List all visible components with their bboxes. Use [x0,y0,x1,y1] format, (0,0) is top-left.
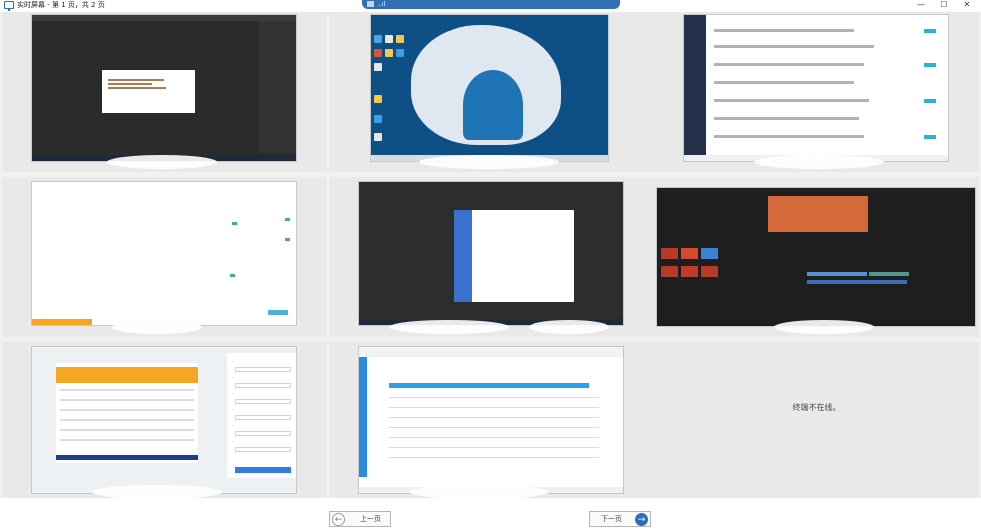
screen-tile[interactable] [329,177,654,337]
screen-tile[interactable] [329,342,654,502]
terminal-caption [654,158,979,172]
screen-thumbnail[interactable] [683,14,949,162]
terminal-caption [2,158,327,172]
screen-tile[interactable] [2,12,327,172]
offline-message: 终端不在线。 [792,403,841,412]
maximize-button[interactable]: ☐ [933,0,955,10]
screen-thumbnail[interactable] [656,187,976,327]
screen-thumbnail[interactable] [31,181,297,326]
terminal-caption [654,323,979,337]
realtime-screen-window: 实时屏幕 - 第 1 页，共 2 页 — ☐ ✕ ..ıl 终端不在线。 ← 上… [0,0,981,529]
window-title: 实时屏幕 - 第 1 页，共 2 页 [17,1,105,9]
screen-thumbnail[interactable] [31,346,297,494]
next-page-button[interactable]: 下一页 → [589,511,651,527]
screen-tile-offline[interactable]: 终端不在线。 [654,342,979,502]
signal-icon: ..ıl [378,1,386,8]
screen-tile[interactable] [654,12,979,172]
terminal-caption [329,323,654,337]
screen-grid: 终端不在线。 [0,12,981,502]
screen-icon [367,1,374,7]
top-drop-tab[interactable]: ..ıl [362,0,620,9]
screen-tile[interactable] [329,12,654,172]
arrow-left-icon: ← [332,513,345,526]
monitor-icon [4,1,14,11]
screen-thumbnail[interactable] [358,181,624,326]
screen-thumbnail[interactable] [370,14,609,162]
previous-page-label: 上一页 [360,515,381,523]
screen-tile[interactable] [654,177,979,337]
next-page-label: 下一页 [601,515,622,523]
screen-tile[interactable] [2,177,327,337]
terminal-caption [2,323,327,337]
screen-thumbnail[interactable] [31,14,297,162]
screen-thumbnail[interactable] [358,346,624,494]
previous-page-button[interactable]: ← 上一页 [329,511,391,527]
pagination-bar: ← 上一页 下一页 → [0,498,981,529]
arrow-right-icon: → [635,513,648,526]
close-button[interactable]: ✕ [956,0,978,10]
minimize-button[interactable]: — [910,0,932,10]
screen-tile[interactable] [2,342,327,502]
terminal-caption [329,158,654,172]
